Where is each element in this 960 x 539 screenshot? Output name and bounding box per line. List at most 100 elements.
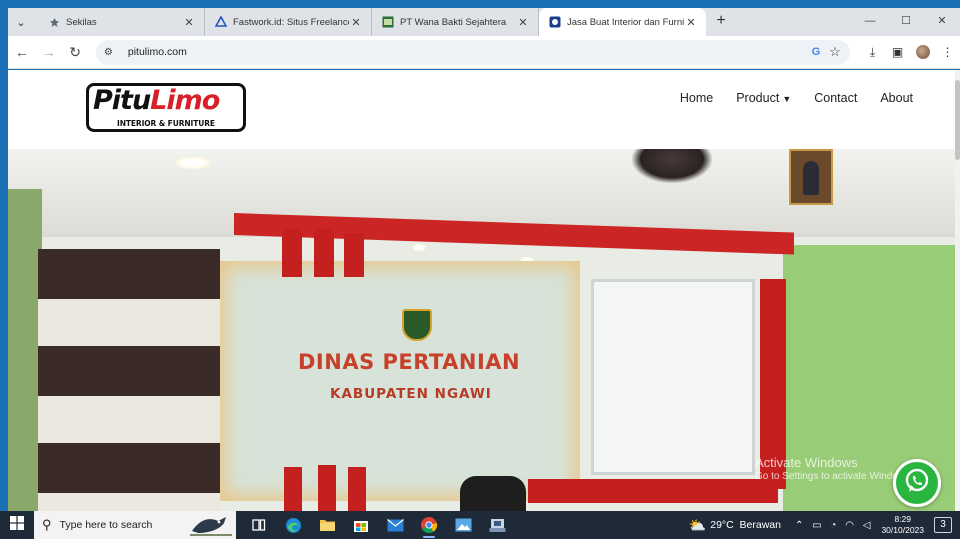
google-lens-icon[interactable]: G bbox=[808, 46, 824, 58]
wifi-icon[interactable]: ◠ bbox=[845, 520, 857, 531]
tab-sekilas[interactable]: Sekilas ✕ bbox=[38, 8, 205, 36]
back-icon[interactable]: ← bbox=[9, 44, 35, 60]
desktop: ⌄ Sekilas ✕ Fastwork.id: Situs Freelance… bbox=[0, 0, 960, 539]
close-tab-icon[interactable]: ✕ bbox=[349, 16, 363, 29]
striped-wall-panel bbox=[38, 249, 220, 511]
office-chair bbox=[460, 476, 526, 511]
taskbar-search[interactable]: ⚲ Type here to search bbox=[34, 511, 236, 539]
volume-icon[interactable]: ◁ bbox=[863, 520, 874, 531]
minimize-icon[interactable]: — bbox=[852, 8, 888, 36]
red-post bbox=[344, 233, 364, 277]
main-nav: Home Product ▼ Contact About bbox=[680, 91, 913, 105]
weather-temp: 29°C bbox=[710, 519, 734, 531]
logo-tagline: INTERIOR & FURNITURE bbox=[117, 119, 215, 128]
fastwork-icon bbox=[215, 16, 227, 28]
clock-date: 30/10/2023 bbox=[881, 525, 924, 535]
clock[interactable]: 8:29 30/10/2023 bbox=[881, 514, 924, 536]
mail-icon[interactable] bbox=[378, 511, 412, 539]
partly-cloudy-icon: ⛅ bbox=[688, 516, 707, 533]
tab-fastwork[interactable]: Fastwork.id: Situs Freelance Online ✕ bbox=[205, 8, 372, 36]
red-post bbox=[318, 465, 336, 511]
scrollbar-thumb[interactable] bbox=[955, 80, 960, 160]
caret-down-icon: ▼ bbox=[782, 94, 792, 104]
sign-line-1: DINAS PERTANIAN bbox=[298, 350, 521, 374]
nav-home[interactable]: Home bbox=[680, 91, 713, 105]
app-icon[interactable] bbox=[480, 511, 514, 539]
close-window-icon[interactable]: ✕ bbox=[924, 8, 960, 36]
windows-logo-icon bbox=[10, 515, 24, 535]
red-post bbox=[284, 467, 302, 511]
address-url[interactable]: pitulimo.com bbox=[128, 46, 808, 58]
hero-image: DINAS PERTANIAN KABUPATEN NGAWI Activate… bbox=[8, 149, 955, 511]
download-icon[interactable]: ⤓ bbox=[860, 45, 885, 60]
close-tab-icon[interactable]: ✕ bbox=[182, 16, 196, 29]
tab-search-button[interactable]: ⌄ bbox=[10, 11, 32, 33]
notifications-button[interactable]: 3 bbox=[934, 517, 952, 533]
chevron-down-icon: ⌄ bbox=[16, 16, 26, 29]
sekilas-icon bbox=[48, 16, 60, 28]
reload-icon[interactable]: ↻ bbox=[62, 44, 88, 61]
tab-title: Sekilas bbox=[66, 16, 97, 28]
red-desk bbox=[528, 479, 778, 503]
back-wall-panel bbox=[220, 261, 580, 501]
bookmark-star-icon[interactable]: ☆ bbox=[824, 44, 846, 60]
forward-icon[interactable]: → bbox=[36, 44, 62, 60]
weather-widget[interactable]: ⛅ 29°C Berawan bbox=[689, 517, 781, 534]
pitulimo-favicon bbox=[549, 16, 561, 28]
address-bar[interactable]: ⚙ pitulimo.com G ☆ bbox=[95, 39, 850, 65]
site-info-icon[interactable]: ⚙ bbox=[104, 47, 120, 58]
clock-time: 8:29 bbox=[894, 514, 911, 524]
browser-toolbar: ← → ↻ ⚙ pitulimo.com G ☆ ⤓ ▣ ⋮ bbox=[8, 36, 960, 69]
file-explorer-icon[interactable] bbox=[310, 511, 344, 539]
task-view-icon[interactable] bbox=[242, 511, 276, 539]
tab-pitulimo[interactable]: Jasa Buat Interior dan Furniture ✕ bbox=[539, 8, 706, 36]
red-post bbox=[348, 467, 366, 511]
network-icon[interactable]: ◔ bbox=[830, 520, 839, 531]
maximize-icon[interactable]: ☐ bbox=[888, 8, 924, 36]
search-icon: ⚲ bbox=[42, 517, 52, 532]
portrait-frame bbox=[789, 149, 833, 205]
nav-about[interactable]: About bbox=[880, 91, 913, 105]
nav-contact[interactable]: Contact bbox=[814, 91, 857, 105]
ceiling-light bbox=[176, 157, 210, 169]
tab-wana-bakti[interactable]: PT Wana Bakti Sejahtera ✕ bbox=[372, 8, 539, 36]
store-icon[interactable] bbox=[344, 511, 378, 539]
new-tab-button[interactable]: + bbox=[710, 11, 732, 33]
menu-kebab-icon[interactable]: ⋮ bbox=[935, 45, 960, 60]
whatsapp-icon bbox=[903, 467, 931, 500]
sign-line-2: KABUPATEN NGAWI bbox=[330, 386, 492, 402]
close-tab-icon[interactable]: ✕ bbox=[684, 16, 698, 29]
chrome-icon[interactable] bbox=[412, 511, 446, 539]
web-page: PituLimo INTERIOR & FURNITURE Home Produ… bbox=[8, 70, 960, 511]
tray-icons: ⌃ ▭ ◔ ◠ ◁ bbox=[795, 520, 873, 531]
weather-condition: Berawan bbox=[739, 519, 781, 531]
photos-icon[interactable] bbox=[446, 511, 480, 539]
start-button[interactable] bbox=[0, 511, 34, 539]
close-tab-icon[interactable]: ✕ bbox=[516, 16, 530, 29]
side-panel-icon[interactable]: ▣ bbox=[885, 45, 910, 60]
site-logo[interactable]: PituLimo INTERIOR & FURNITURE bbox=[86, 83, 246, 132]
window-controls: — ☐ ✕ bbox=[852, 8, 960, 36]
tab-strip: ⌄ Sekilas ✕ Fastwork.id: Situs Freelance… bbox=[8, 8, 960, 36]
whiteboard bbox=[591, 279, 755, 475]
page-scrollbar[interactable] bbox=[955, 70, 960, 511]
pinned-apps bbox=[242, 511, 514, 539]
meet-now-icon[interactable]: ▭ bbox=[812, 520, 824, 531]
red-post bbox=[282, 229, 302, 277]
edge-icon[interactable] bbox=[276, 511, 310, 539]
chevron-up-icon[interactable]: ⌃ bbox=[795, 520, 806, 531]
tab-title: PT Wana Bakti Sejahtera bbox=[400, 16, 507, 28]
garuda-ornament bbox=[632, 149, 712, 183]
site-header: PituLimo INTERIOR & FURNITURE Home Produ… bbox=[8, 70, 960, 149]
profile-avatar[interactable] bbox=[910, 45, 935, 60]
toolbar-actions: ⤓ ▣ ⋮ bbox=[860, 45, 960, 60]
ceiling-light bbox=[412, 244, 426, 251]
logo-wordmark: PituLimo bbox=[93, 85, 220, 116]
activate-windows-watermark: Activate Windows Go to Settings to activ… bbox=[755, 455, 913, 483]
left-wall bbox=[8, 189, 42, 511]
whatsapp-button[interactable] bbox=[893, 459, 941, 507]
nav-product[interactable]: Product ▼ bbox=[736, 91, 791, 105]
system-tray: ⛅ 29°C Berawan ⌃ ▭ ◔ ◠ ◁ 8:29 30/10/2023… bbox=[689, 511, 960, 539]
windows-taskbar: ⚲ Type here to search ⛅ 29°C Berawan ⌃ ▭… bbox=[0, 511, 960, 539]
wana-bakti-icon bbox=[382, 16, 394, 28]
